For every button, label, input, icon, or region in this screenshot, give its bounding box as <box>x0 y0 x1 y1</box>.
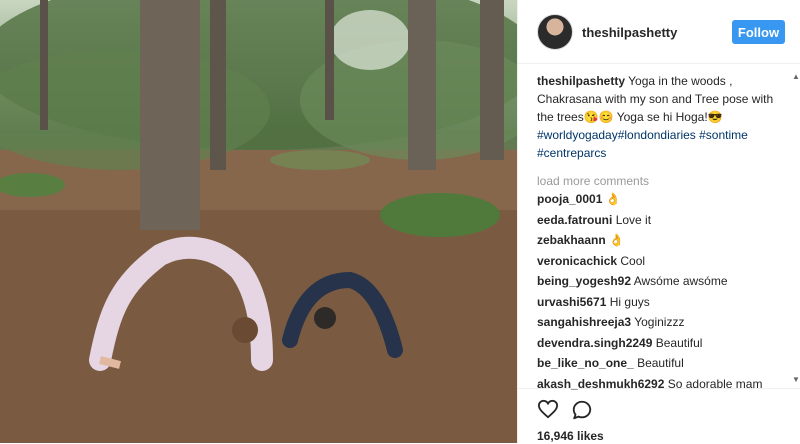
hashtag[interactable]: #centreparcs <box>537 146 606 160</box>
forest-yoga-scene <box>0 0 517 443</box>
header-username[interactable]: theshilpashetty <box>582 25 677 40</box>
comment-row: being_yogesh92 Awsóme awsóme <box>537 272 787 293</box>
comment-username[interactable]: zebakhaann <box>537 233 606 247</box>
comment-row: zebakhaann 👌 <box>537 231 787 252</box>
comment-text: Yoginizzz <box>634 315 685 329</box>
comment-row: urvashi5671 Hi guys <box>537 293 787 314</box>
comment-username[interactable]: urvashi5671 <box>537 295 606 309</box>
comment-icon[interactable] <box>571 399 593 421</box>
comment-username[interactable]: be_like_no_one_ <box>537 356 634 370</box>
comment-row: be_like_no_one_ Beautiful <box>537 354 787 375</box>
post-actions: 16,946 likes <box>518 388 800 444</box>
comment-row: sangahishreeja3 Yoginizzz <box>537 313 787 334</box>
caption: theshilpashetty Yoga in the woods , Chak… <box>537 72 787 162</box>
comment-row: pooja_0001 👌 <box>537 190 787 211</box>
hashtag[interactable]: #londondiaries <box>618 128 696 142</box>
comment-username[interactable]: sangahishreeja3 <box>537 315 631 329</box>
hashtag[interactable]: #sontime <box>696 128 748 142</box>
comment-username[interactable]: pooja_0001 <box>537 192 602 206</box>
comment-text: Love it <box>615 212 652 227</box>
comment-text: 👌 <box>605 192 621 206</box>
heart-icon[interactable] <box>537 399 559 419</box>
comments-scrollbar[interactable]: ▲ ▼ <box>792 72 800 384</box>
comment-username[interactable]: devendra.singh2249 <box>537 336 652 350</box>
comment-row: devendra.singh2249 Beautiful <box>537 334 787 355</box>
comment-text: Awsóme awsóme <box>633 274 728 288</box>
avatar[interactable] <box>537 14 573 50</box>
comment-text: Beautiful <box>637 356 684 370</box>
caption-username[interactable]: theshilpashetty <box>537 74 625 88</box>
comment-text: Cool <box>620 253 646 268</box>
comment-text: 👌 <box>609 233 624 247</box>
post-photo[interactable] <box>0 0 517 443</box>
scroll-down-arrow-icon[interactable]: ▼ <box>792 375 800 384</box>
comment-row: veronicachick Cool <box>537 252 787 273</box>
comment-text: Beautiful <box>655 335 703 350</box>
comment-username[interactable]: veronicachick <box>537 254 617 268</box>
scroll-up-arrow-icon[interactable]: ▲ <box>792 72 800 81</box>
hashtag[interactable]: #worldyogaday <box>537 128 618 142</box>
comments-section: theshilpashetty Yoga in the woods , Chak… <box>537 72 787 395</box>
load-more-comments-link[interactable]: load more comments <box>537 172 787 190</box>
follow-button[interactable]: Follow <box>732 20 785 44</box>
comment-username[interactable]: eeda.fatrouni <box>537 213 612 227</box>
comment-username[interactable]: being_yogesh92 <box>537 274 631 288</box>
comment-row: eeda.fatrouni Love it <box>537 211 787 232</box>
post-header: theshilpashetty Follow <box>518 0 800 64</box>
comment-text: Hi guys <box>609 294 650 309</box>
likes-count[interactable]: 16,946 likes <box>537 429 604 443</box>
post-side-panel: theshilpashetty Follow theshilpashetty Y… <box>517 0 800 443</box>
